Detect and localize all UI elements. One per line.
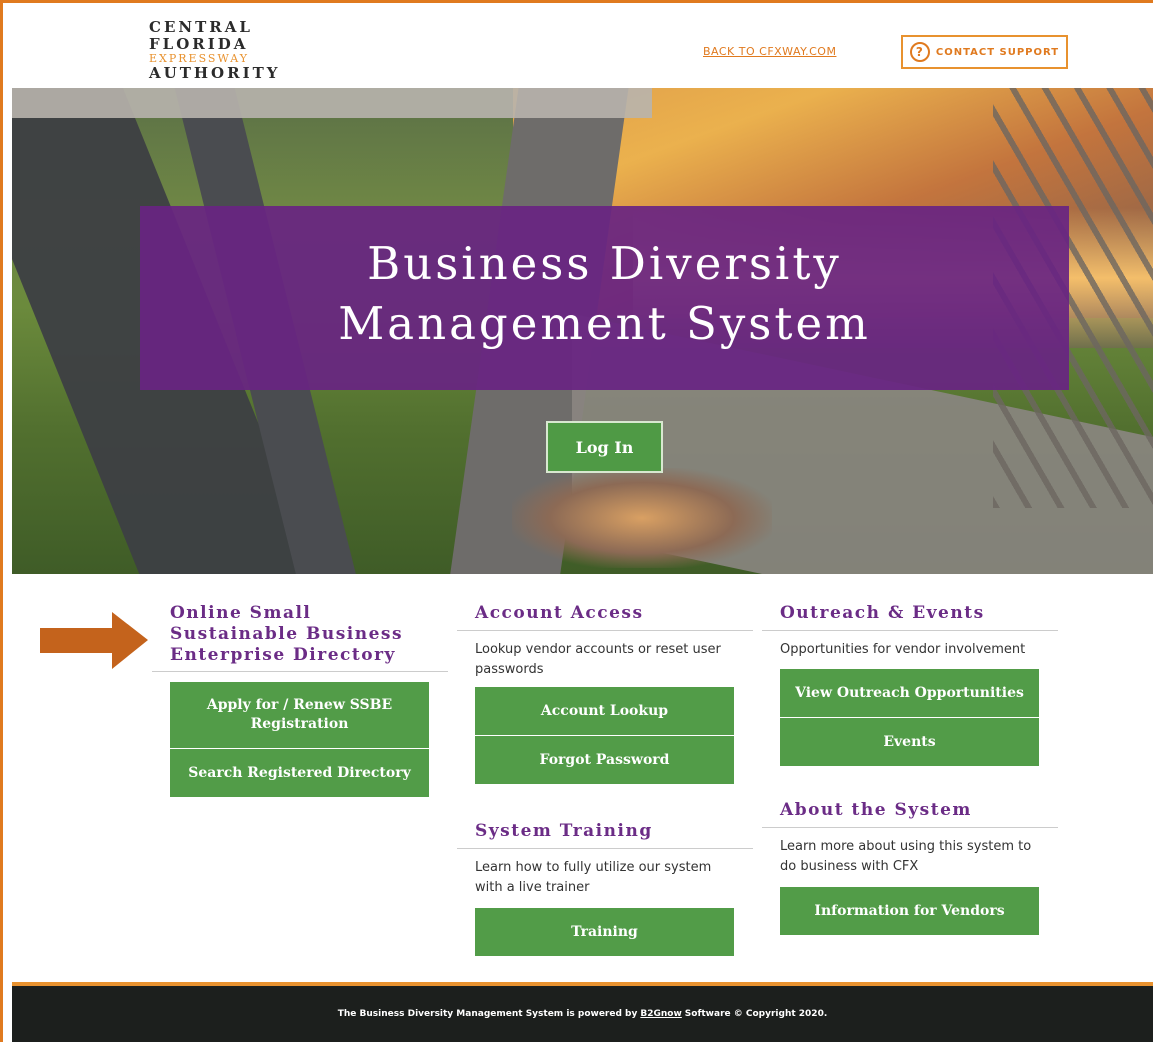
logo-line-florida: FLORIDA [149, 35, 249, 53]
account-lookup-button[interactable]: Account Lookup [475, 687, 734, 735]
about-system-divider [762, 827, 1058, 828]
directory-divider [152, 671, 448, 672]
account-access-section: Account Access Lookup vendor accounts or… [457, 603, 753, 784]
outreach-events-description: Opportunities for vendor involvement [780, 642, 1026, 657]
page-title: Business Diversity Management System [140, 234, 1069, 354]
cfx-logo[interactable]: CENTRAL FLORIDA EXPRESSWAY AUTHORITY [149, 19, 280, 82]
training-button[interactable]: Training [475, 908, 734, 956]
directory-title: Online Small Sustainable Business Enterp… [152, 603, 448, 666]
back-to-cfxway-link[interactable]: BACK TO CFXWAY.COM [703, 45, 836, 58]
about-system-title: About the System [780, 800, 972, 820]
directory-section: Online Small Sustainable Business Enterp… [152, 603, 448, 797]
account-access-title: Account Access [475, 603, 644, 623]
directory-title-line-3: Enterprise Directory [170, 645, 396, 665]
information-for-vendors-button[interactable]: Information for Vendors [780, 887, 1039, 935]
log-in-button[interactable]: Log In [546, 421, 663, 473]
contact-support-label: CONTACT SUPPORT [935, 46, 1060, 58]
page-title-line-1: Business Diversity [367, 237, 842, 290]
outreach-events-title: Outreach & Events [780, 603, 985, 623]
account-access-description: Lookup vendor accounts or reset user pas… [475, 642, 721, 677]
logo-line-authority: AUTHORITY [149, 64, 281, 82]
system-training-divider [457, 848, 753, 849]
about-system-section: About the System Learn more about using … [762, 800, 1058, 935]
events-button[interactable]: Events [780, 718, 1039, 766]
system-training-section: System Training Learn how to fully utili… [457, 821, 753, 956]
site-header: CENTRAL FLORIDA EXPRESSWAY AUTHORITY BAC… [12, 6, 1153, 88]
help-circle-icon: ? [909, 42, 930, 62]
outreach-events-divider [762, 630, 1058, 631]
footer-text-prefix: The Business Diversity Management System… [337, 1009, 638, 1019]
directory-title-line-2: Sustainable Business [170, 624, 404, 644]
footer-text-suffix: Software © Copyright 2020. [684, 1009, 828, 1019]
apply-renew-ssbe-button[interactable]: Apply for / Renew SSBE Registration [170, 682, 429, 748]
system-training-title: System Training [475, 821, 653, 841]
outreach-events-section: Outreach & Events Opportunities for vend… [762, 603, 1058, 766]
hero-image: Business Diversity Management System Log… [12, 88, 1153, 574]
about-system-description: Learn more about using this system to do… [780, 839, 1032, 874]
b2gnow-link[interactable]: B2Gnow [640, 1009, 681, 1019]
account-access-divider [457, 630, 753, 631]
arrow-right-icon [40, 612, 148, 669]
site-footer: The Business Diversity Management System… [12, 986, 1153, 1042]
logo-line-central: CENTRAL [149, 18, 253, 36]
system-training-description: Learn how to fully utilize our system wi… [475, 860, 712, 895]
page-title-line-2: Management System [338, 297, 871, 350]
title-banner: Business Diversity Management System [140, 206, 1069, 390]
forgot-password-button[interactable]: Forgot Password [475, 736, 734, 784]
directory-title-line-1: Online Small [170, 603, 312, 623]
hero-puddle [512, 468, 772, 568]
view-outreach-opportunities-button[interactable]: View Outreach Opportunities [780, 669, 1039, 717]
contact-support-button[interactable]: ? CONTACT SUPPORT [901, 35, 1068, 69]
search-registered-directory-button[interactable]: Search Registered Directory [170, 749, 429, 797]
hero-overpass [12, 88, 652, 118]
